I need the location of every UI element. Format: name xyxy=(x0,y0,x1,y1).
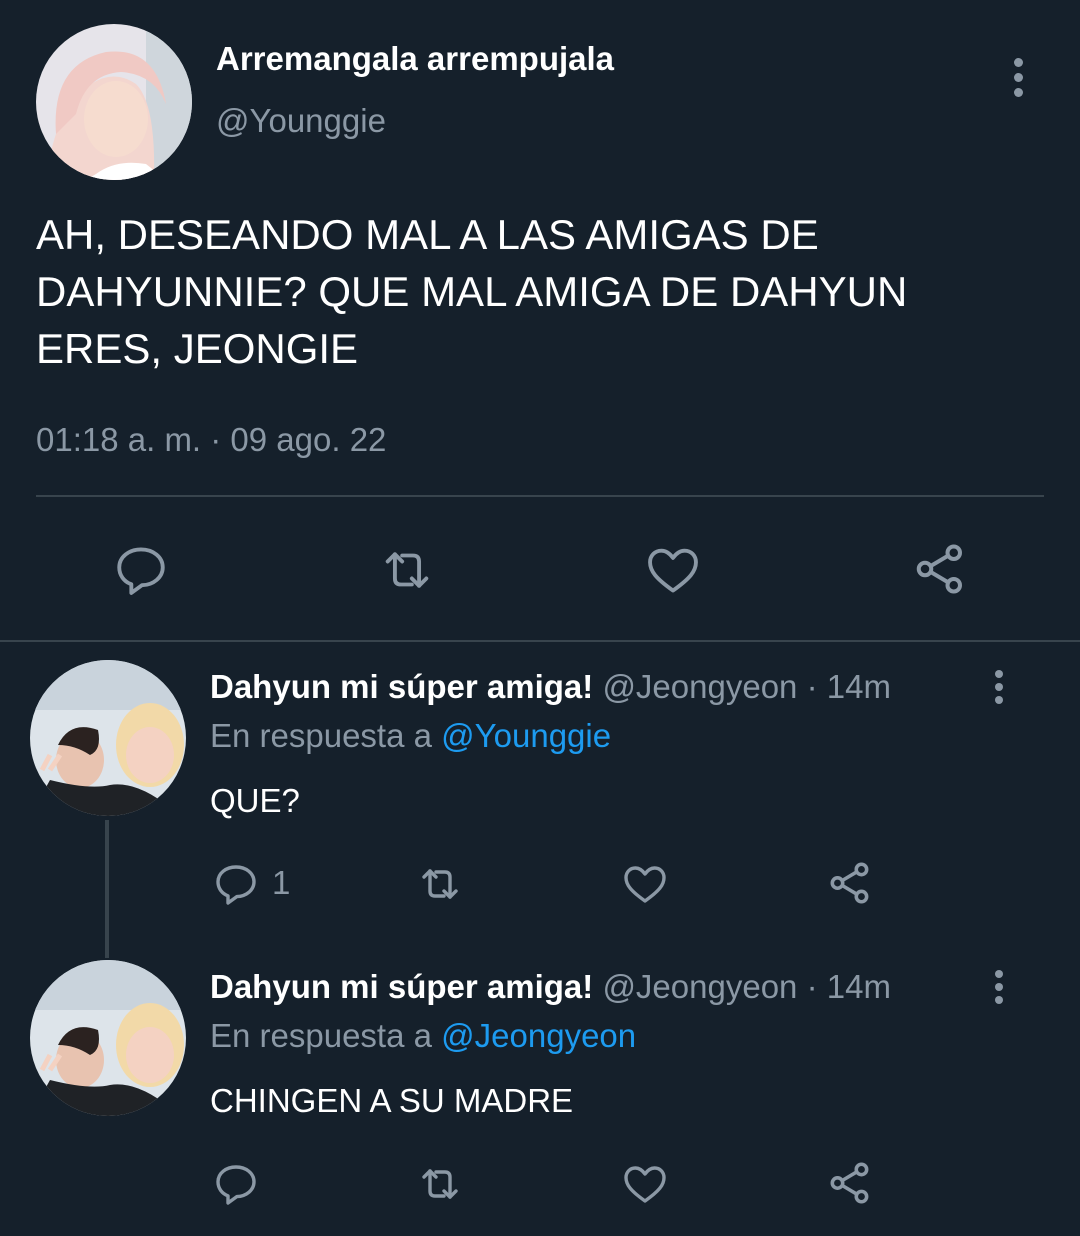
reply-avatar[interactable] xyxy=(30,660,186,816)
reply-context: En respuesta a @Jeongyeon xyxy=(210,1017,636,1055)
more-options-icon[interactable] xyxy=(1008,58,1028,98)
reply-display-name[interactable]: Dahyun mi súper amiga! xyxy=(210,668,593,705)
thread-line xyxy=(105,820,109,958)
tweet-text: AH, DESEANDO MAL A LAS AMIGAS DE DAHYUNN… xyxy=(36,211,908,372)
divider xyxy=(36,495,1044,497)
handle[interactable]: @Younggie xyxy=(216,102,386,140)
reply-text: QUE? xyxy=(210,782,300,819)
reply-prefix: En respuesta a xyxy=(210,1017,432,1054)
reply-icon[interactable] xyxy=(212,860,260,908)
like-icon[interactable] xyxy=(620,1160,670,1208)
timestamp: 01:18 a. m. · 09 ago. 22 xyxy=(36,421,387,458)
share-icon[interactable] xyxy=(825,858,875,908)
retweet-icon[interactable] xyxy=(376,541,438,599)
reply-count: 1 xyxy=(272,864,291,901)
retweet-icon[interactable] xyxy=(413,1160,467,1208)
reply-time: · 14m xyxy=(806,668,891,705)
display-name[interactable]: Arremangala arrempujala xyxy=(216,40,614,78)
more-options-icon[interactable] xyxy=(990,670,1008,710)
reply-header: Dahyun mi súper amiga! @Jeongyeon · 14m xyxy=(210,668,891,706)
reply-to-link[interactable]: @Younggie xyxy=(441,717,611,754)
reply-header: Dahyun mi súper amiga! @Jeongyeon · 14m xyxy=(210,968,891,1006)
section-divider xyxy=(0,640,1080,642)
share-icon[interactable] xyxy=(910,539,970,599)
reply-handle[interactable]: @Jeongyeon xyxy=(602,668,797,705)
reply-icon[interactable] xyxy=(112,541,170,599)
reply-text: CHINGEN A SU MADRE xyxy=(210,1082,574,1119)
reply-context: En respuesta a @Younggie xyxy=(210,717,611,755)
more-options-icon[interactable] xyxy=(990,970,1008,1010)
share-icon[interactable] xyxy=(825,1158,875,1208)
reply-handle[interactable]: @Jeongyeon xyxy=(602,968,797,1005)
reply-to-link[interactable]: @Jeongyeon xyxy=(441,1017,636,1054)
avatar[interactable] xyxy=(36,24,192,180)
like-icon[interactable] xyxy=(620,860,670,908)
reply-prefix: En respuesta a xyxy=(210,717,432,754)
like-icon[interactable] xyxy=(643,541,703,599)
retweet-icon[interactable] xyxy=(413,860,467,908)
reply-display-name[interactable]: Dahyun mi súper amiga! xyxy=(210,968,593,1005)
reply-avatar[interactable] xyxy=(30,960,186,1116)
reply-time: · 14m xyxy=(806,968,891,1005)
reply-icon[interactable] xyxy=(212,1160,260,1208)
